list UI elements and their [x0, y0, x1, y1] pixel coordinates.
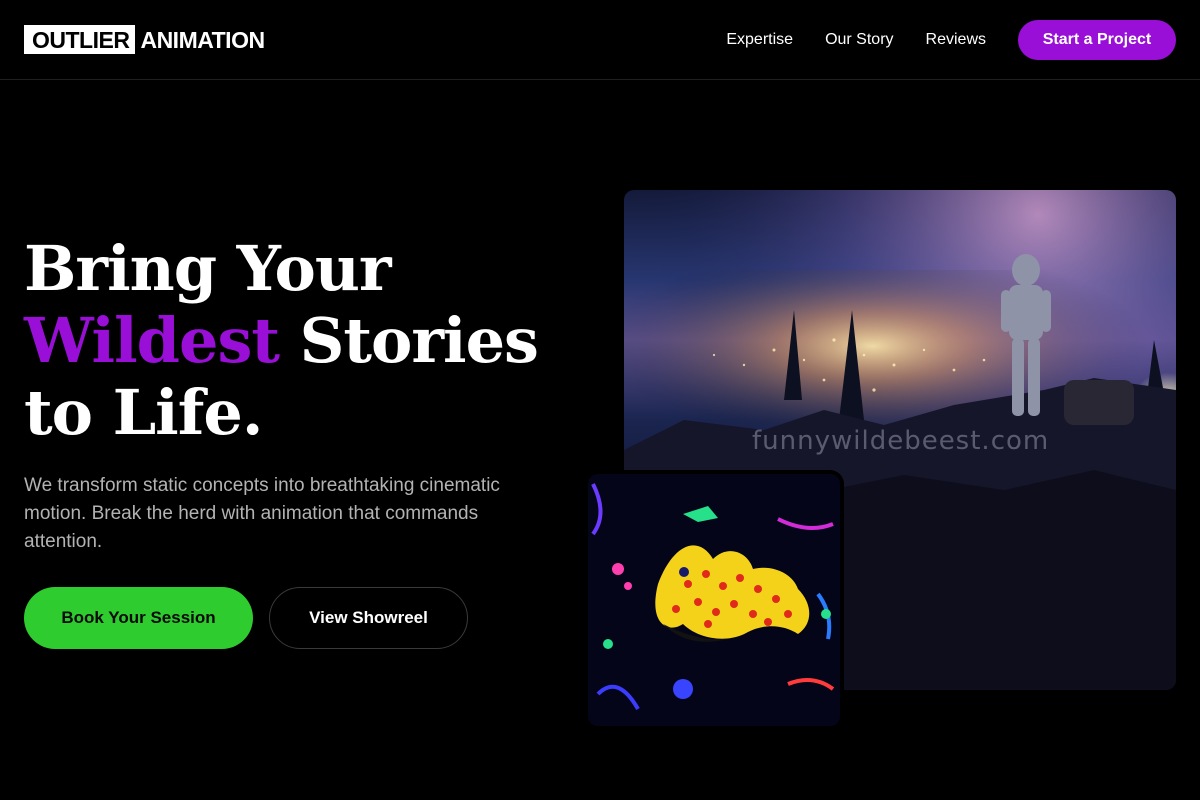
nav-link-reviews[interactable]: Reviews	[926, 31, 986, 49]
view-showreel-button[interactable]: View Showreel	[269, 587, 468, 649]
image-watermark: funnywildebeest.com	[752, 426, 1050, 456]
navbar: OUTLIER ANIMATION Expertise Our Story Re…	[0, 0, 1200, 80]
headline-accent-word: Wildest	[24, 304, 280, 377]
hero-subtext: We transform static concepts into breath…	[24, 475, 500, 552]
headline-line-1: Bring Your	[24, 232, 392, 305]
nav-link-our-story[interactable]: Our Story	[825, 31, 893, 49]
logo-box-text: OUTLIER	[24, 25, 136, 54]
logo-rest-text: ANIMATION	[140, 26, 265, 53]
book-session-button[interactable]: Book Your Session	[24, 587, 253, 649]
nav-link-expertise[interactable]: Expertise	[726, 31, 793, 49]
neon-creature-graphic	[588, 474, 840, 726]
start-project-button[interactable]: Start a Project	[1018, 19, 1176, 60]
headline-line-3: to Life.	[24, 376, 263, 449]
headline-line-2-rest: Stories	[279, 304, 539, 377]
nav-links: Expertise Our Story Reviews Start a Proj…	[726, 19, 1176, 60]
neon-creature-image	[588, 474, 840, 726]
logo[interactable]: OUTLIER ANIMATION	[24, 25, 265, 54]
hero-headline: Bring Your Wildest Stories to Life.	[24, 233, 584, 449]
